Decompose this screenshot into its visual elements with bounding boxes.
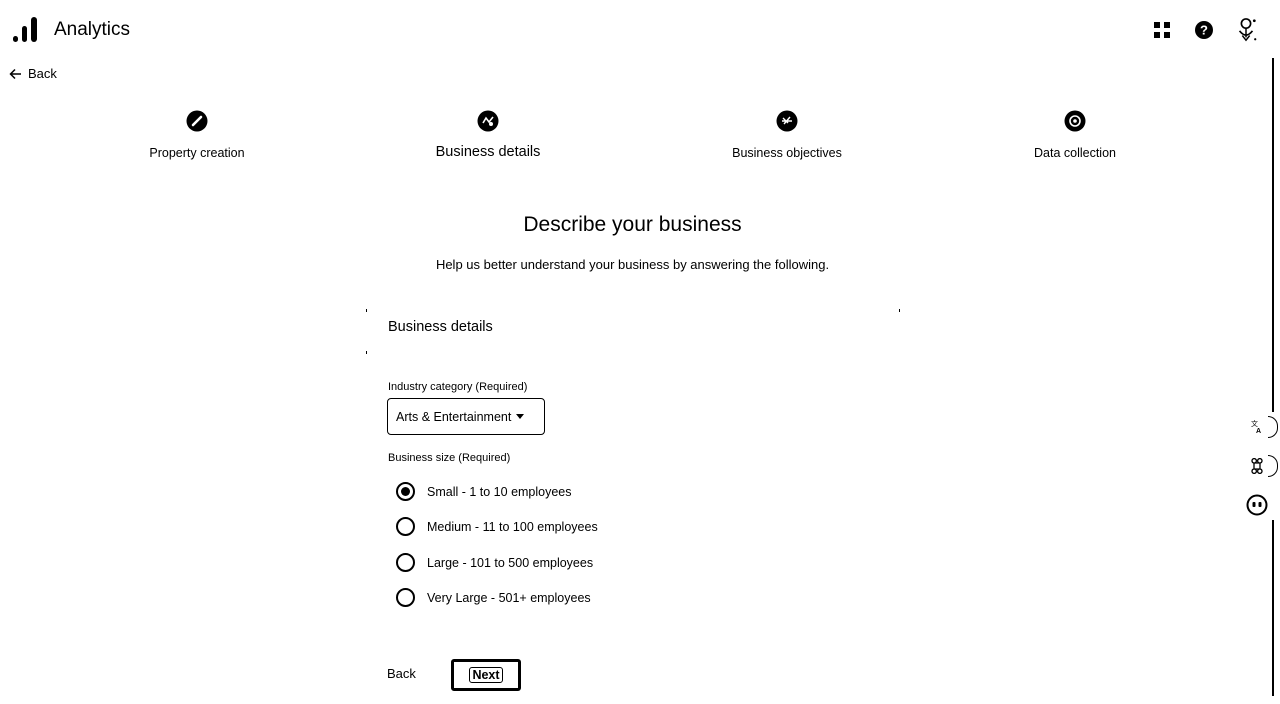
help-icon[interactable]: ? [1192, 16, 1216, 44]
size-option-medium[interactable]: Medium - 11 to 100 employees [396, 517, 598, 536]
account-avatar-icon[interactable] [1234, 16, 1258, 44]
next-button[interactable]: Next [451, 659, 521, 691]
progress-stepper: Property creation Business details Busin… [0, 110, 1280, 170]
side-tab [1268, 416, 1278, 438]
dropdown-arrow-icon [516, 414, 525, 419]
step-pending-icon [776, 110, 798, 132]
industry-category-value: Arts & Entertainment [396, 409, 512, 424]
translate-icon[interactable]: 文 A [1246, 416, 1268, 438]
industry-category-label: Industry category (Required) [388, 381, 528, 393]
radio-label: Large - 101 to 500 employees [427, 555, 594, 570]
analytics-logo-icon[interactable] [12, 16, 38, 44]
step-label: Business objectives [732, 146, 842, 160]
radio-button[interactable] [396, 482, 415, 501]
apps-grid-icon[interactable] [1150, 16, 1174, 44]
industry-category-select[interactable]: Arts & Entertainment [387, 398, 545, 435]
card-corner [366, 309, 367, 312]
step-property-creation[interactable]: Property creation [97, 110, 297, 160]
back-link[interactable]: Back [9, 66, 57, 81]
step-label: Business details [435, 144, 541, 160]
radio-label: Small - 1 to 10 employees [427, 484, 572, 499]
side-tab [1268, 455, 1278, 477]
svg-text:A: A [1256, 428, 1261, 434]
step-active-icon [477, 110, 499, 132]
page-subtitle: Help us better understand your business … [435, 257, 830, 272]
side-panel-border [1272, 520, 1274, 696]
section-title: Business details [388, 319, 493, 335]
back-link-label: Back [28, 66, 57, 81]
back-button[interactable]: Back [387, 666, 416, 681]
arrow-back-icon [9, 68, 21, 79]
svg-text:文: 文 [1251, 420, 1258, 428]
next-button-label: Next [469, 667, 503, 683]
size-option-small[interactable]: Small - 1 to 10 employees [396, 482, 572, 501]
business-size-label: Business size (Required) [388, 452, 511, 464]
step-label: Property creation [149, 146, 245, 160]
step-data-collection[interactable]: Data collection [975, 110, 1175, 160]
radio-button[interactable] [396, 588, 415, 607]
size-option-large[interactable]: Large - 101 to 500 employees [396, 553, 593, 572]
size-option-very-large[interactable]: Very Large - 501+ employees [396, 588, 591, 607]
app-title: Analytics [54, 19, 131, 40]
page-title: Describe your business [523, 213, 742, 236]
command-icon[interactable] [1246, 455, 1268, 477]
radio-label: Very Large - 501+ employees [427, 590, 591, 605]
face-icon[interactable] [1246, 494, 1268, 516]
card-corner [899, 309, 900, 312]
radio-button[interactable] [396, 517, 415, 536]
card-corner [366, 351, 367, 354]
step-business-objectives[interactable]: Business objectives [687, 110, 887, 160]
step-label: Data collection [1034, 146, 1116, 160]
app-header: Analytics ? [0, 0, 1280, 60]
edit-pencil-icon [186, 110, 208, 132]
svg-text:?: ? [1200, 23, 1208, 38]
step-pending-icon [1064, 110, 1086, 132]
radio-label: Medium - 11 to 100 employees [427, 519, 598, 534]
header-actions: ? [1150, 16, 1258, 44]
side-panel-border [1272, 58, 1274, 412]
radio-button[interactable] [396, 553, 415, 572]
step-business-details[interactable]: Business details [388, 110, 588, 160]
